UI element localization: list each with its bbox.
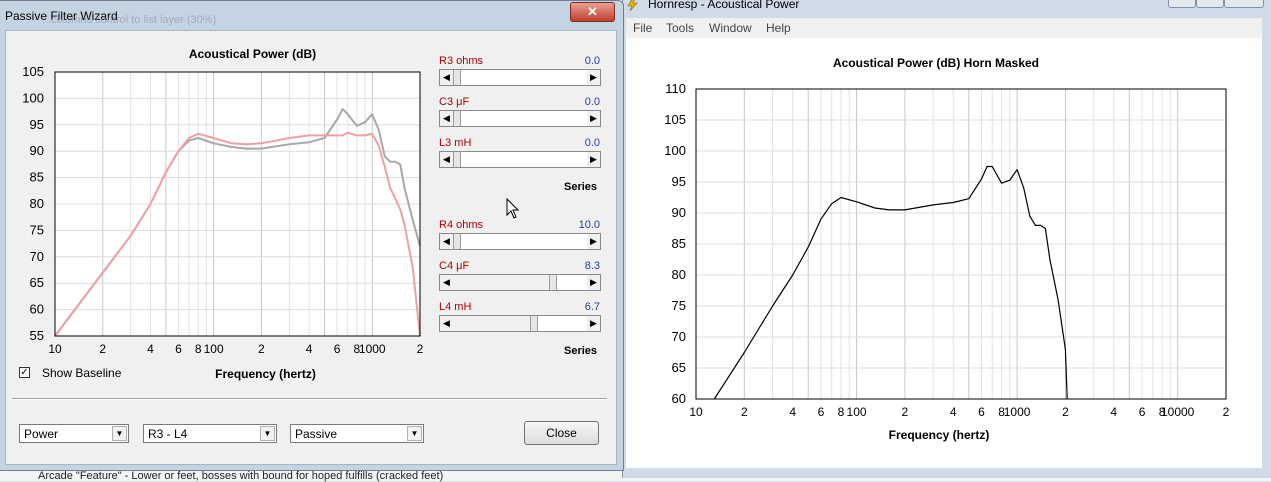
slider-thumb[interactable] — [453, 111, 461, 126]
slider-value: 0.0 — [584, 96, 600, 108]
slider-track-fill — [453, 316, 530, 331]
y-tick-label: 100 — [664, 143, 686, 158]
filter-slider[interactable]: ◀ ▶ — [439, 69, 601, 86]
arrow-left-icon[interactable]: ◀ — [440, 111, 453, 126]
slider-label: C4 μF — [439, 260, 470, 272]
arrow-right-icon[interactable]: ▶ — [587, 152, 600, 167]
hornresp-app-icon — [627, 0, 638, 11]
filter-range-combo-value: R3 - L4 — [148, 427, 188, 441]
slider-label: L4 mH — [439, 301, 472, 313]
menu-help[interactable]: Help — [766, 21, 791, 35]
arrow-right-icon[interactable]: ▶ — [587, 70, 600, 85]
power-combo-value: Power — [24, 427, 59, 441]
slider-thumb[interactable] — [548, 275, 557, 290]
slider-value: 10.0 — [578, 219, 600, 231]
filter-type-combo[interactable]: Passive ▼ — [290, 424, 424, 443]
arrow-left-icon[interactable]: ◀ — [440, 152, 453, 167]
x-tick-label: 6 — [1139, 405, 1146, 419]
slider-thumb[interactable] — [529, 316, 538, 331]
menu-bar: File Tools Window Help — [626, 18, 1262, 39]
chevron-down-icon[interactable]: ▼ — [112, 426, 127, 441]
y-tick-label: 70 — [672, 329, 686, 344]
x-tick-label: 2 — [1062, 405, 1069, 419]
x-tick-label: 1000 — [1004, 405, 1031, 419]
arrow-right-icon[interactable]: ▶ — [587, 111, 600, 126]
maximize-button[interactable] — [1196, 0, 1224, 8]
y-tick-label: 60 — [672, 391, 686, 406]
slider-track-fill — [453, 275, 549, 290]
y-tick-label: 75 — [672, 298, 686, 313]
y-tick-label: 65 — [672, 360, 686, 375]
chevron-down-icon[interactable]: ▼ — [260, 426, 275, 441]
close-window-button[interactable] — [1224, 0, 1264, 8]
slider-label: R3 ohms — [439, 55, 484, 67]
filter-slider[interactable]: ◀ ▶ — [439, 315, 601, 332]
x-tick-label: 10 — [689, 405, 703, 419]
x-tick-label: 10000 — [1161, 405, 1195, 419]
hornresp-power-chart: 606570758085909510010511010 2 4 6 8 100 2 4 6 810… — [664, 56, 1230, 442]
x-tick-label: 2 — [741, 405, 748, 419]
filter-slider[interactable]: ◀ ▶ — [439, 274, 601, 291]
arrow-right-icon[interactable]: ▶ — [587, 234, 600, 249]
window-controls — [1168, 0, 1264, 8]
arrow-right-icon[interactable]: ▶ — [587, 275, 600, 290]
slider-label: L3 mH — [439, 137, 472, 149]
x-tick-label: 8 — [838, 405, 845, 419]
x-tick-label: 100 — [847, 405, 867, 419]
y-tick-label: 105 — [664, 112, 686, 127]
slider-value: 6.7 — [584, 301, 600, 313]
power-combo[interactable]: Power ▼ — [19, 424, 129, 443]
y-tick-label: 90 — [672, 205, 686, 220]
menu-tools[interactable]: Tools — [666, 21, 694, 35]
x-tick-label: 4 — [1110, 405, 1117, 419]
menu-file[interactable]: File — [633, 21, 652, 35]
x-tick-label: 2 — [1223, 405, 1230, 419]
slider-value: 0.0 — [584, 55, 600, 67]
slider-value: 0.0 — [584, 137, 600, 149]
series-label: Series — [564, 345, 598, 357]
arrow-left-icon[interactable]: ◀ — [440, 275, 453, 290]
arrow-right-icon[interactable]: ▶ — [587, 316, 600, 331]
y-tick-label: 85 — [672, 236, 686, 251]
slider-value: 8.3 — [584, 260, 600, 272]
mouse-cursor-icon — [506, 198, 520, 219]
y-tick-label: 95 — [672, 174, 686, 189]
hornresp-window-title: Hornresp - Acoustical Power — [648, 0, 800, 11]
filter-type-combo-value: Passive — [295, 427, 338, 441]
y-tick-label: 110 — [665, 81, 686, 96]
close-button[interactable]: Close — [524, 421, 599, 445]
chevron-down-icon[interactable]: ▼ — [407, 426, 422, 441]
y-tick-label: 80 — [672, 267, 686, 282]
chart-title: Acoustical Power (dB) Horn Masked — [833, 56, 1039, 70]
filter-slider[interactable]: ◀ ▶ — [439, 151, 601, 168]
x-tick-label: 4 — [789, 405, 796, 419]
filter-slider[interactable]: ◀ ▶ — [439, 110, 601, 127]
arrow-left-icon[interactable]: ◀ — [440, 234, 453, 249]
menu-window[interactable]: Window — [709, 21, 752, 35]
x-tick-label: 6 — [978, 405, 985, 419]
show-baseline-checkbox[interactable]: ✓ — [19, 367, 30, 378]
x-tick-label: 4 — [950, 405, 957, 419]
separator — [12, 398, 607, 400]
x-tick-label: 6 — [818, 405, 825, 419]
x-axis-label: Frequency (hertz) — [215, 367, 316, 381]
slider-thumb[interactable] — [453, 152, 461, 167]
filter-range-combo[interactable]: R3 - L4 ▼ — [143, 424, 277, 443]
slider-label: C3 μF — [439, 96, 470, 108]
arrow-left-icon[interactable]: ◀ — [440, 70, 453, 85]
slider-label: R4 ohms — [439, 219, 484, 231]
x-tick-label: 2 — [902, 405, 909, 419]
show-baseline-label[interactable]: Show Baseline — [42, 366, 121, 380]
arrow-left-icon[interactable]: ◀ — [440, 316, 453, 331]
filter-slider-panel: R3 ohms 0.0 ◀ ▶ C3 μF 0.0 ◀ ▶ L3 mH 0.0 ◀ ▶ Series R4… — [0, 0, 620, 360]
filter-slider[interactable]: ◀ ▶ — [439, 233, 601, 250]
minimize-button[interactable] — [1168, 0, 1196, 8]
series-label: Series — [564, 181, 598, 193]
slider-thumb[interactable] — [453, 70, 461, 85]
slider-thumb[interactable] — [453, 234, 461, 249]
background-text: Arcade "Feature" - Lower or feet, bosses… — [38, 470, 444, 482]
x-axis-label: Frequency (hertz) — [889, 428, 990, 442]
